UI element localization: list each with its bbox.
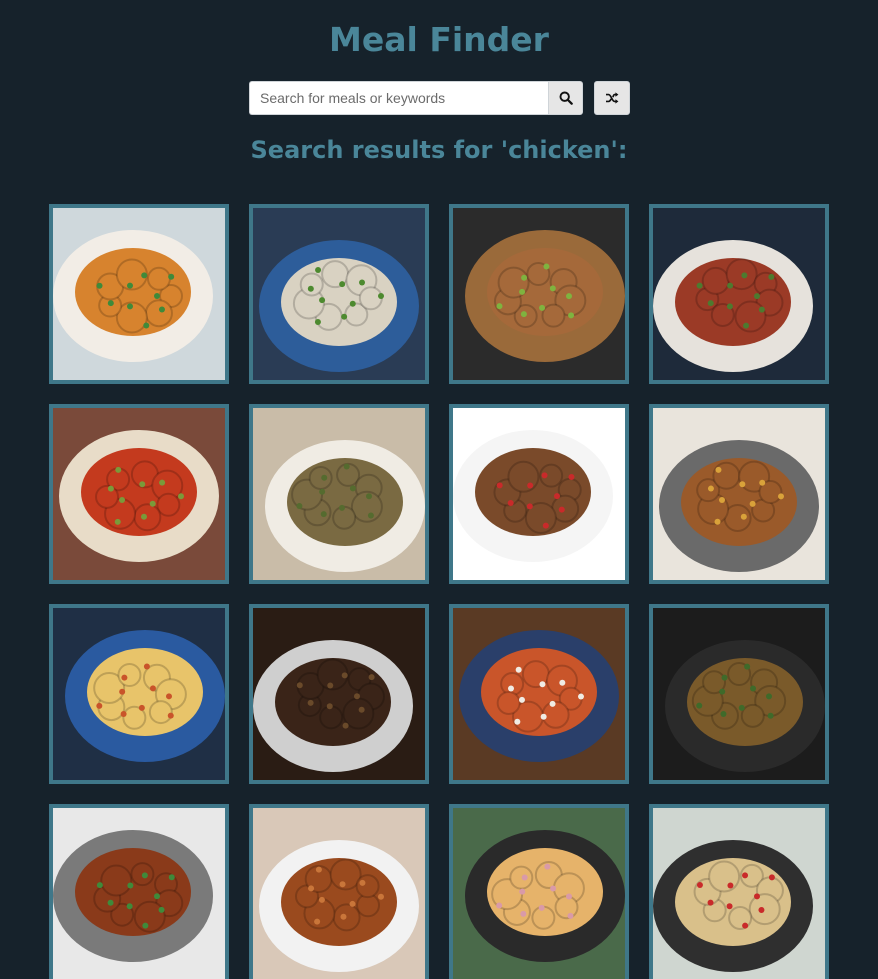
search-form <box>249 81 583 115</box>
results-heading: Search results for 'chicken': <box>250 136 628 164</box>
shuffle-icon <box>606 92 619 104</box>
meal-card[interactable] <box>249 404 429 584</box>
meal-card[interactable] <box>449 804 629 979</box>
meal-card[interactable] <box>449 204 629 384</box>
meal-image <box>53 408 225 580</box>
meal-image <box>253 408 425 580</box>
meal-card[interactable] <box>449 404 629 584</box>
meal-card[interactable] <box>49 604 229 784</box>
meal-image <box>453 608 625 780</box>
meal-image <box>453 208 625 380</box>
meal-image <box>453 808 625 979</box>
meal-card[interactable] <box>649 804 829 979</box>
meal-image <box>253 608 425 780</box>
search-icon <box>559 91 573 105</box>
meal-image <box>653 408 825 580</box>
meal-image <box>253 208 425 380</box>
meal-image <box>53 608 225 780</box>
meal-card[interactable] <box>649 204 829 384</box>
meals-grid <box>49 204 829 979</box>
meal-image <box>653 208 825 380</box>
meal-image <box>53 208 225 380</box>
meal-card[interactable] <box>249 604 429 784</box>
meal-card[interactable] <box>249 204 429 384</box>
meal-image <box>653 608 825 780</box>
random-meal-button[interactable] <box>594 81 630 115</box>
meal-card[interactable] <box>249 804 429 979</box>
meal-card[interactable] <box>649 404 829 584</box>
meal-card[interactable] <box>49 804 229 979</box>
meal-image <box>53 808 225 979</box>
meal-image <box>253 808 425 979</box>
search-button[interactable] <box>548 81 583 115</box>
meal-card[interactable] <box>49 404 229 584</box>
meal-image <box>453 408 625 580</box>
meal-image <box>653 808 825 979</box>
page-title: Meal Finder <box>329 20 549 59</box>
meal-card[interactable] <box>49 204 229 384</box>
search-input[interactable] <box>249 81 548 115</box>
app-root: Meal Finder Search results for 'chicken'… <box>0 0 878 979</box>
meal-card[interactable] <box>449 604 629 784</box>
meal-card[interactable] <box>649 604 829 784</box>
